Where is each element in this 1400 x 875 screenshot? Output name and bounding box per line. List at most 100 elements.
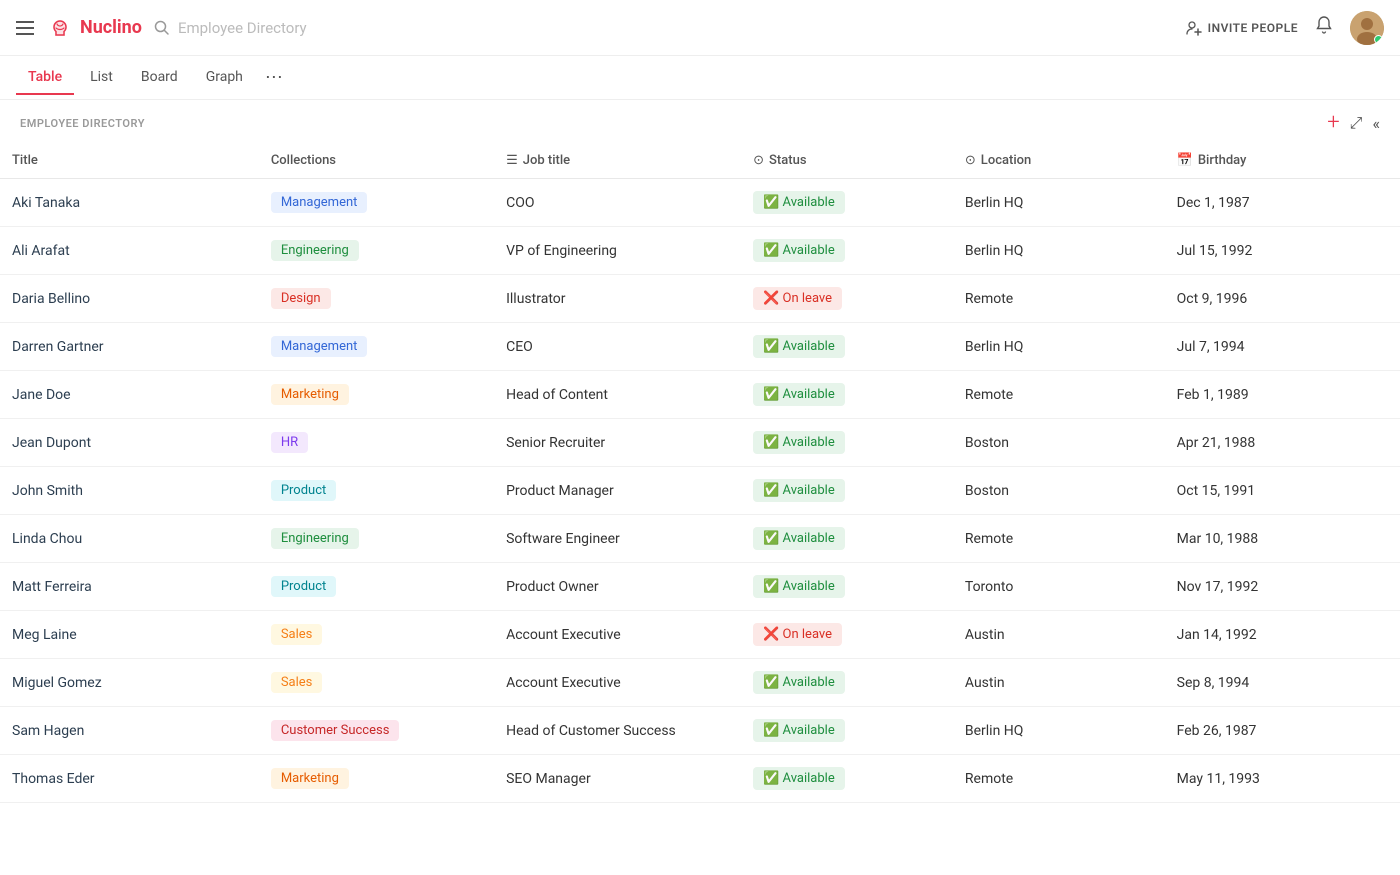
- cell-job-title: Account Executive: [494, 611, 741, 659]
- tab-list[interactable]: List: [78, 61, 125, 95]
- cell-location: Berlin HQ: [953, 707, 1165, 755]
- tab-table[interactable]: Table: [16, 61, 74, 95]
- collection-tag[interactable]: Product: [271, 480, 336, 501]
- col-job-title-label: Job title: [523, 153, 570, 168]
- cell-title[interactable]: Sam Hagen: [0, 707, 259, 755]
- cell-location: Remote: [953, 275, 1165, 323]
- cell-status: ❌ On leave: [741, 275, 953, 323]
- logo[interactable]: Nuclino: [46, 16, 142, 40]
- cell-collection: Product: [259, 563, 494, 611]
- header-right: INVITE PEOPLE: [1186, 11, 1384, 45]
- col-add-icon[interactable]: +: [47, 153, 54, 168]
- collection-tag[interactable]: Sales: [271, 672, 323, 693]
- status-badge: ✅ Available: [753, 383, 845, 406]
- cell-birthday: Jan 14, 1992: [1165, 611, 1400, 659]
- collapse-icon[interactable]: «: [1372, 114, 1380, 133]
- col-location-menu[interactable]: ⋮: [1040, 153, 1053, 168]
- cell-birthday: Jul 7, 1994: [1165, 323, 1400, 371]
- collection-tag[interactable]: Management: [271, 192, 368, 213]
- invite-people-button[interactable]: INVITE PEOPLE: [1186, 20, 1298, 36]
- cell-job-title: Illustrator: [494, 275, 741, 323]
- table-row: Aki Tanaka Management COO ✅ Available Be…: [0, 179, 1400, 227]
- cell-job-title: Product Owner: [494, 563, 741, 611]
- collection-tag[interactable]: Engineering: [271, 528, 359, 549]
- status-badge: ❌ On leave: [753, 287, 842, 310]
- col-location-icon: ⊙: [965, 153, 976, 168]
- col-birthday-menu[interactable]: ⋮: [1255, 153, 1268, 168]
- collection-tag[interactable]: Customer Success: [271, 720, 400, 741]
- avatar[interactable]: [1350, 11, 1384, 45]
- search-placeholder[interactable]: Employee Directory: [178, 19, 307, 37]
- cell-birthday: Jul 15, 1992: [1165, 227, 1400, 275]
- status-badge: ❌ On leave: [753, 623, 842, 646]
- cell-collection: Sales: [259, 611, 494, 659]
- cell-job-title: Head of Content: [494, 371, 741, 419]
- logo-text: Nuclino: [80, 17, 142, 38]
- cell-title[interactable]: Matt Ferreira: [0, 563, 259, 611]
- col-location: ⊙ Location ⋮: [953, 142, 1165, 179]
- col-collections-label: Collections: [271, 153, 336, 168]
- cell-birthday: Feb 26, 1987: [1165, 707, 1400, 755]
- cell-location: Austin: [953, 659, 1165, 707]
- collection-tag[interactable]: Engineering: [271, 240, 359, 261]
- collection-tag[interactable]: Design: [271, 288, 331, 309]
- cell-status: ✅ Available: [741, 467, 953, 515]
- table-row: Miguel Gomez Sales Account Executive ✅ A…: [0, 659, 1400, 707]
- table-body: Aki Tanaka Management COO ✅ Available Be…: [0, 179, 1400, 803]
- add-field-button[interactable]: +: [1327, 112, 1339, 134]
- cell-location: Toronto: [953, 563, 1165, 611]
- cell-title[interactable]: Miguel Gomez: [0, 659, 259, 707]
- cell-birthday: May 11, 1993: [1165, 755, 1400, 803]
- collection-tag[interactable]: Marketing: [271, 768, 349, 789]
- col-birthday-icon: 📅: [1177, 153, 1193, 168]
- status-badge: ✅ Available: [753, 479, 845, 502]
- cell-title[interactable]: Daria Bellino: [0, 275, 259, 323]
- cell-title[interactable]: Jane Doe: [0, 371, 259, 419]
- cell-status: ✅ Available: [741, 179, 953, 227]
- cell-location: Remote: [953, 371, 1165, 419]
- cell-title[interactable]: Thomas Eder: [0, 755, 259, 803]
- collection-tag[interactable]: Product: [271, 576, 336, 597]
- collection-tag[interactable]: HR: [271, 432, 308, 453]
- cell-title[interactable]: Meg Laine: [0, 611, 259, 659]
- tabs-more-button[interactable]: ⋯: [259, 61, 289, 95]
- cell-job-title: Senior Recruiter: [494, 419, 741, 467]
- col-collections-menu[interactable]: ⋮: [345, 153, 358, 168]
- col-birthday-label: Birthday: [1198, 153, 1247, 168]
- cell-birthday: Dec 1, 1987: [1165, 179, 1400, 227]
- cell-job-title: COO: [494, 179, 741, 227]
- cell-title[interactable]: John Smith: [0, 467, 259, 515]
- cell-title[interactable]: Aki Tanaka: [0, 179, 259, 227]
- section-title: EMPLOYEE DIRECTORY: [20, 117, 145, 130]
- collection-tag[interactable]: Management: [271, 336, 368, 357]
- table-wrapper: Title + ↑ ⋮ Collections ⋮: [0, 142, 1400, 803]
- notifications-icon[interactable]: [1314, 15, 1334, 40]
- expand-icon[interactable]: ⤢: [1350, 113, 1363, 133]
- tab-board[interactable]: Board: [129, 61, 190, 95]
- cell-job-title: CEO: [494, 323, 741, 371]
- cell-title[interactable]: Ali Arafat: [0, 227, 259, 275]
- tab-graph[interactable]: Graph: [194, 61, 255, 95]
- col-menu-icon[interactable]: ⋮: [67, 153, 80, 168]
- cell-birthday: Oct 9, 1996: [1165, 275, 1400, 323]
- status-badge: ✅ Available: [753, 527, 845, 550]
- collection-tag[interactable]: Marketing: [271, 384, 349, 405]
- cell-location: Remote: [953, 755, 1165, 803]
- col-sort-icon[interactable]: ↑: [57, 152, 64, 168]
- status-badge: ✅ Available: [753, 719, 845, 742]
- col-status-menu[interactable]: ⋮: [816, 153, 829, 168]
- search-area[interactable]: Employee Directory: [154, 19, 554, 37]
- col-job-title-menu[interactable]: ⋮: [579, 153, 592, 168]
- cell-location: Berlin HQ: [953, 179, 1165, 227]
- cell-title[interactable]: Linda Chou: [0, 515, 259, 563]
- cell-title[interactable]: Darren Gartner: [0, 323, 259, 371]
- collection-tag[interactable]: Sales: [271, 624, 323, 645]
- cell-location: Austin: [953, 611, 1165, 659]
- cell-collection: Customer Success: [259, 707, 494, 755]
- cell-birthday: Apr 21, 1988: [1165, 419, 1400, 467]
- cell-title[interactable]: Jean Dupont: [0, 419, 259, 467]
- table-row: Darren Gartner Management CEO ✅ Availabl…: [0, 323, 1400, 371]
- table-row: Linda Chou Engineering Software Engineer…: [0, 515, 1400, 563]
- hamburger-menu[interactable]: [16, 21, 34, 35]
- cell-collection: Design: [259, 275, 494, 323]
